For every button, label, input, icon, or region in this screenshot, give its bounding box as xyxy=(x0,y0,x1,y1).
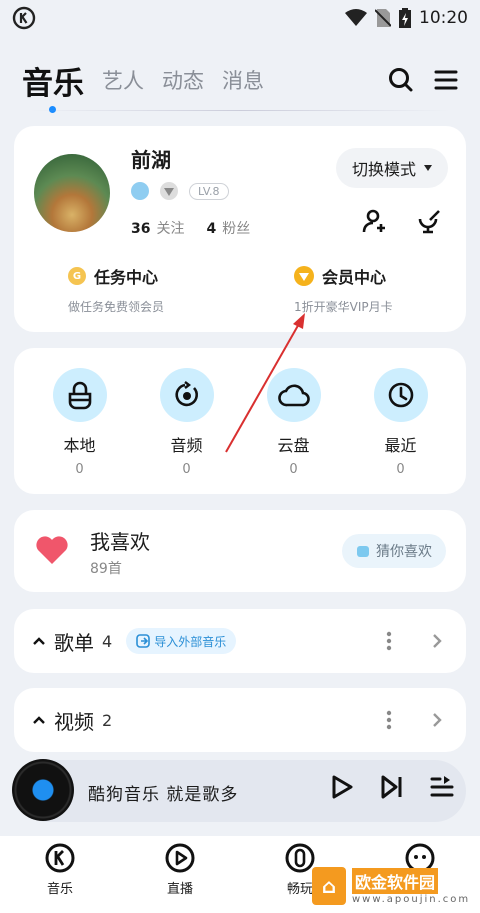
bottom-tab-live[interactable]: 直播 xyxy=(125,842,235,913)
tab-music[interactable]: 音乐 xyxy=(22,58,84,113)
shortcut-local[interactable]: 本地 0 xyxy=(30,368,130,477)
play-icon[interactable] xyxy=(330,774,354,800)
videos-count: 2 xyxy=(102,710,113,730)
fans-stat[interactable]: 4 粉丝 xyxy=(206,218,250,238)
watermark: ⌂ 欧金软件园 www.apoujin.com xyxy=(308,862,476,910)
edit-profile-icon[interactable] xyxy=(416,208,442,234)
next-track-icon[interactable] xyxy=(380,774,404,800)
no-sim-icon xyxy=(375,9,391,27)
chevron-right-icon[interactable] xyxy=(432,712,442,728)
shortcut-local-label: 本地 xyxy=(63,436,96,455)
kugou-music-icon xyxy=(45,843,75,873)
center-row: G 任务中心 做任务免费领会员 会员中心 1折开豪华VIP月卡 xyxy=(14,264,466,315)
bottom-tab-live-label: 直播 xyxy=(166,882,193,897)
cloud-disk-icon xyxy=(277,384,310,407)
chevron-right-icon[interactable] xyxy=(432,633,442,649)
watermark-title-text: 欧金软件园 xyxy=(352,867,439,894)
player-track-text[interactable]: 酷狗音乐 就是歌多 xyxy=(88,780,238,805)
shortcut-audio-count: 0 xyxy=(182,462,191,477)
import-music-button[interactable]: 导入外部音乐 xyxy=(126,628,237,654)
username[interactable]: 前湖 xyxy=(131,144,171,173)
caret-down-icon xyxy=(424,165,432,171)
shortcut-audio-label: 音频 xyxy=(170,436,203,455)
watermark-logo-icon: ⌂ xyxy=(312,867,346,905)
chevron-up-icon[interactable] xyxy=(32,636,46,646)
shortcut-cloud[interactable]: 云盘 0 xyxy=(244,368,344,477)
playlists-section: 歌单 4 导入外部音乐 xyxy=(14,609,466,673)
chevron-up-icon[interactable] xyxy=(32,715,46,725)
bottom-tab-music-label: 音乐 xyxy=(46,882,73,897)
videos-title[interactable]: 视频 xyxy=(54,706,94,735)
tab-artists[interactable]: 艺人 xyxy=(102,65,144,95)
vip-center-subtitle: 1折开豪华VIP月卡 xyxy=(294,300,393,314)
shortcut-local-count: 0 xyxy=(75,462,84,477)
player-controls xyxy=(330,774,454,800)
switch-mode-label: 切换模式 xyxy=(351,160,416,179)
watermark-title: 欧金软件园 xyxy=(352,867,470,894)
local-music-icon xyxy=(68,381,91,410)
favorites-card[interactable]: 我喜欢 89首 猜你喜欢 xyxy=(14,510,466,592)
coin-icon: G xyxy=(68,267,86,285)
profile-card: 前湖 LV.8 36 关注 4 粉丝 切换模式 G 任务中心 做任务免费领会员 会员… xyxy=(14,126,466,332)
battery-charging-icon xyxy=(399,8,411,28)
top-nav: 音乐 艺人 动态 消息 xyxy=(0,50,480,113)
task-center[interactable]: G 任务中心 做任务免费领会员 xyxy=(14,264,240,315)
menu-icon[interactable] xyxy=(434,69,458,91)
audio-icon xyxy=(174,381,198,407)
vip-center[interactable]: 会员中心 1折开豪华VIP月卡 xyxy=(240,264,466,315)
vip-diamond-icon[interactable] xyxy=(159,182,179,200)
shortcuts-card: 本地 0 音频 0 云盘 0 最近 0 xyxy=(14,348,466,494)
status-time: 10:20 xyxy=(419,8,468,28)
shortcut-cloud-count: 0 xyxy=(289,462,298,477)
add-friend-icon[interactable] xyxy=(362,208,388,234)
task-center-title: 任务中心 xyxy=(94,268,159,287)
vip-center-title: 会员中心 xyxy=(322,268,387,287)
switch-mode-button[interactable]: 切换模式 xyxy=(335,148,448,188)
profile-actions xyxy=(362,208,442,234)
more-vertical-icon[interactable] xyxy=(386,710,392,730)
tab-messages[interactable]: 消息 xyxy=(222,65,264,95)
user-stats: 36 关注 4 粉丝 xyxy=(131,218,250,238)
shortcut-recent[interactable]: 最近 0 xyxy=(351,368,451,477)
album-cover-vinyl[interactable] xyxy=(12,759,74,821)
import-music-label: 导入外部音乐 xyxy=(154,634,227,649)
shortcut-audio[interactable]: 音频 0 xyxy=(137,368,237,477)
fans-label: 粉丝 xyxy=(222,221,251,237)
follow-label: 关注 xyxy=(156,221,185,237)
avatar[interactable] xyxy=(34,154,110,232)
follow-stat[interactable]: 36 关注 xyxy=(131,218,184,238)
guess-you-like-button[interactable]: 猜你喜欢 xyxy=(342,534,446,568)
videos-section: 视频 2 xyxy=(14,688,466,752)
more-vertical-icon[interactable] xyxy=(386,631,392,651)
guess-you-like-label: 猜你喜欢 xyxy=(376,544,432,560)
kugou-status-icon xyxy=(12,6,36,30)
wifi-icon xyxy=(345,9,367,26)
import-icon xyxy=(136,634,150,648)
nav-divider xyxy=(30,110,450,111)
recent-clock-icon xyxy=(388,382,413,408)
task-center-subtitle: 做任务免费领会员 xyxy=(68,300,165,314)
level-badge[interactable]: LV.8 xyxy=(189,182,229,200)
status-bar: 10:20 xyxy=(0,0,480,36)
watermark-url: www.apoujin.com xyxy=(352,893,471,905)
guess-like-icon xyxy=(357,546,369,557)
gender-male-icon xyxy=(131,182,149,200)
playlists-count: 4 xyxy=(102,631,113,651)
favorites-count: 89首 xyxy=(90,561,122,577)
shortcut-recent-count: 0 xyxy=(396,462,405,477)
playlists-title[interactable]: 歌单 xyxy=(54,627,94,656)
favorites-title: 我喜欢 xyxy=(90,530,150,554)
tab-moments[interactable]: 动态 xyxy=(162,65,204,95)
fans-count: 4 xyxy=(206,221,217,237)
shortcut-recent-label: 最近 xyxy=(384,436,417,455)
search-icon[interactable] xyxy=(388,67,414,93)
heart-icon xyxy=(36,536,68,564)
follow-count: 36 xyxy=(131,221,151,237)
playlist-queue-icon[interactable] xyxy=(430,775,454,799)
vip-gold-icon xyxy=(294,266,314,286)
user-badges: LV.8 xyxy=(131,182,229,200)
live-play-icon xyxy=(165,843,195,873)
bottom-tab-music[interactable]: 音乐 xyxy=(5,842,115,913)
shortcut-cloud-label: 云盘 xyxy=(277,436,310,455)
